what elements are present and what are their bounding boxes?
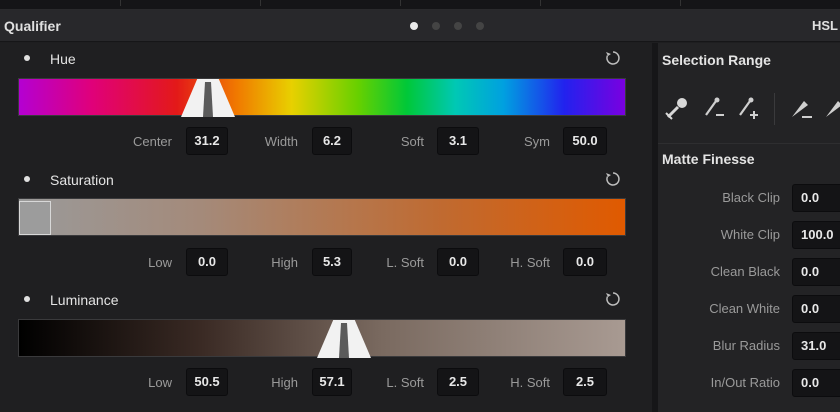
sat-hsoft-field[interactable]: 0.0 (563, 248, 607, 276)
selection-range-title: Selection Range (662, 52, 771, 68)
clean-black-row: Clean Black 0.0 (658, 258, 840, 286)
sat-high-label: High (271, 255, 298, 270)
in-out-ratio-field[interactable]: 0.0 (792, 369, 840, 397)
luminance-params: Low 50.5 High 57.1 L. Soft 2.5 H. Soft 2… (0, 368, 652, 396)
saturation-params: Low 0.0 High 5.3 L. Soft 0.0 H. Soft 0.0 (0, 248, 652, 276)
saturation-range-handle[interactable] (19, 201, 51, 235)
in-out-ratio-label: In/Out Ratio (710, 375, 780, 390)
page-dot-3[interactable] (454, 22, 462, 30)
clean-white-label: Clean White (709, 301, 780, 316)
panel-title: Qualifier (4, 18, 61, 34)
white-clip-label: White Clip (720, 227, 780, 242)
white-clip-field[interactable]: 100.0 (792, 221, 840, 249)
tick (400, 0, 401, 6)
clean-black-field[interactable]: 0.0 (792, 258, 840, 286)
luminance-section-header: Luminance (0, 290, 652, 310)
saturation-section-header: Saturation (0, 170, 652, 190)
picker-plus-icon[interactable] (734, 93, 764, 123)
black-clip-label: Black Clip (722, 190, 780, 205)
clean-white-field[interactable]: 0.0 (792, 295, 840, 323)
lum-high-label: High (271, 375, 298, 390)
blur-radius-label: Blur Radius (712, 338, 780, 353)
hue-section-header: Hue (0, 49, 652, 69)
page-dot-1[interactable] (410, 22, 418, 30)
tick (120, 0, 121, 6)
feather-minus-icon[interactable] (786, 93, 816, 123)
hue-label: Hue (50, 51, 76, 67)
saturation-enable-dot[interactable] (24, 176, 30, 182)
hue-soft-label: Soft (400, 134, 424, 149)
lum-lsoft-label: L. Soft (386, 375, 424, 390)
clean-black-label: Clean Black (710, 264, 780, 279)
clean-white-row: Clean White 0.0 (658, 295, 840, 323)
saturation-reset-icon[interactable] (604, 170, 622, 188)
page-dot-4[interactable] (476, 22, 484, 30)
matte-finesse-title: Matte Finesse (662, 151, 755, 167)
luminance-range-bar[interactable] (18, 319, 626, 358)
qualifier-controls: Hue Center 31.2 Width 6.2 Soft 3.1 Sym 5… (0, 43, 652, 412)
luminance-reset-icon[interactable] (604, 290, 622, 308)
sat-low-label: Low (148, 255, 172, 270)
sat-hsoft-label: H. Soft (510, 255, 550, 270)
tick (540, 0, 541, 6)
tool-separator (774, 93, 775, 125)
black-clip-row: Black Clip 0.0 (658, 184, 840, 212)
lum-low-label: Low (148, 375, 172, 390)
hue-reset-icon[interactable] (604, 49, 622, 67)
luminance-range-handle[interactable] (317, 320, 371, 358)
picker-minus-icon[interactable] (700, 93, 730, 123)
hue-center-label: Center (132, 134, 172, 149)
in-out-ratio-row: In/Out Ratio 0.0 (658, 369, 840, 397)
luminance-enable-dot[interactable] (24, 296, 30, 302)
feather-plus-icon[interactable] (820, 93, 840, 123)
lum-hsoft-field[interactable]: 2.5 (563, 368, 607, 396)
selection-tools (662, 93, 840, 127)
luminance-label: Luminance (50, 292, 119, 308)
black-clip-field[interactable]: 0.0 (792, 184, 840, 212)
white-clip-row: White Clip 100.0 (658, 221, 840, 249)
matte-panel: Selection Range Matte Finesse Black Clip… (658, 43, 840, 412)
page-dots (410, 22, 484, 30)
tick (680, 0, 681, 6)
hue-sym-field[interactable]: 50.0 (563, 127, 607, 155)
panel-header: Qualifier HSL (0, 10, 840, 42)
section-separator (658, 143, 840, 144)
lum-hsoft-label: H. Soft (510, 375, 550, 390)
page-dot-2[interactable] (432, 22, 440, 30)
top-strip (0, 0, 840, 10)
saturation-label: Saturation (50, 172, 114, 188)
hue-enable-dot[interactable] (24, 55, 30, 61)
hue-range-handle[interactable] (181, 79, 235, 117)
hue-range-bar[interactable] (18, 78, 626, 117)
sat-lsoft-label: L. Soft (386, 255, 424, 270)
blur-radius-field[interactable]: 31.0 (792, 332, 840, 360)
tick (260, 0, 261, 6)
mode-tab-hsl[interactable]: HSL (812, 18, 838, 33)
blur-radius-row: Blur Radius 31.0 (658, 332, 840, 360)
hue-width-label: Width (264, 134, 298, 149)
hue-sym-label: Sym (524, 134, 550, 149)
saturation-range-bar[interactable] (18, 198, 626, 236)
picker-icon[interactable] (662, 93, 692, 123)
hue-params: Center 31.2 Width 6.2 Soft 3.1 Sym 50.0 (0, 127, 652, 155)
